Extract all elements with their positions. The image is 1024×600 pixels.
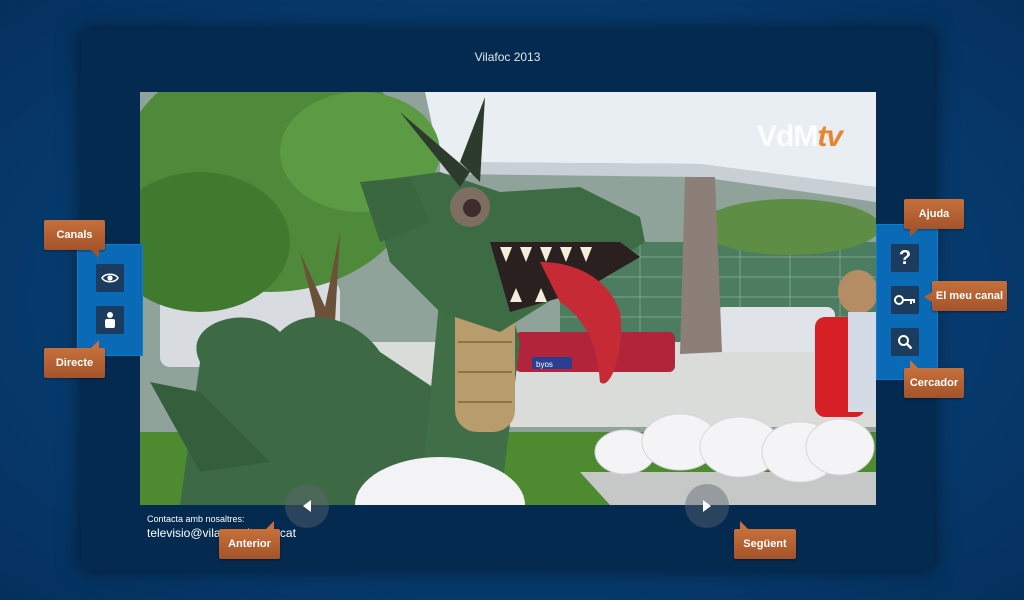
logo-tv-text: tv [817, 120, 843, 153]
anterior-button[interactable]: Anterior [219, 521, 280, 559]
vdm-tv-logo: VdMtv [756, 120, 843, 154]
directe-button[interactable]: Directe [44, 340, 105, 378]
left-menu-panel [77, 244, 143, 356]
key-icon[interactable] [891, 286, 919, 314]
directe-label: Directe [55, 357, 94, 369]
question-icon[interactable]: ? [891, 244, 919, 272]
video-player[interactable]: byos VdMtv [140, 92, 876, 505]
el-meu-canal-button[interactable]: El meu canal [924, 281, 1007, 311]
contact-label: Contacta amb nosaltres: [147, 514, 245, 524]
seguent-button[interactable]: Següent [734, 521, 796, 559]
anterior-label: Anterior [228, 538, 271, 550]
el-meu-canal-label: El meu canal [935, 290, 1004, 302]
eye-icon[interactable] [96, 264, 124, 292]
arrow-right-icon [703, 500, 711, 512]
next-arrow-button[interactable] [685, 484, 729, 528]
cercador-button[interactable]: Cercador [904, 360, 964, 398]
previous-arrow-button[interactable] [285, 484, 329, 528]
search-icon[interactable] [891, 328, 919, 356]
page-title: Vilafoc 2013 [474, 50, 541, 64]
person-icon[interactable] [96, 306, 124, 334]
ajuda-button[interactable]: Ajuda [904, 199, 964, 237]
canals-label: Canals [56, 229, 93, 241]
cercador-label: Cercador [909, 377, 959, 389]
ajuda-label: Ajuda [918, 208, 950, 220]
arrow-left-icon [303, 500, 311, 512]
sign-text: byos [536, 360, 553, 369]
canals-button[interactable]: Canals [44, 220, 105, 258]
logo-main-text: VdM [756, 120, 818, 153]
seguent-label: Següent [743, 538, 787, 550]
